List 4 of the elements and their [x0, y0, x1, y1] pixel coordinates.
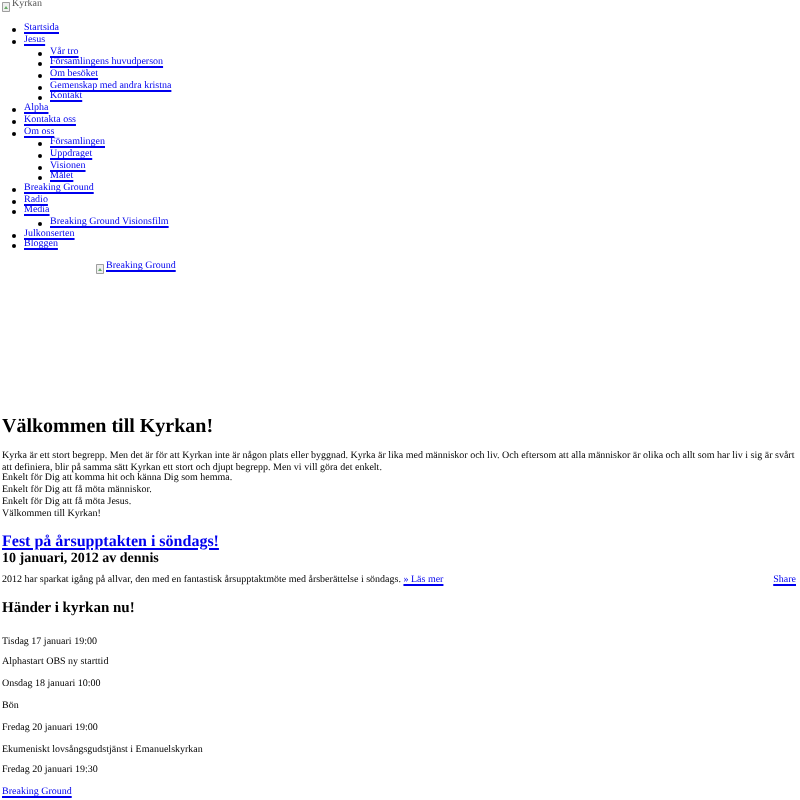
post-title-link[interactable]: Fest på årsupptakten i söndags! [2, 531, 219, 550]
broken-image-icon [2, 1, 10, 11]
broken-image-icon [96, 263, 104, 274]
welcome-heading: Välkommen till Kyrkan! [2, 415, 216, 440]
